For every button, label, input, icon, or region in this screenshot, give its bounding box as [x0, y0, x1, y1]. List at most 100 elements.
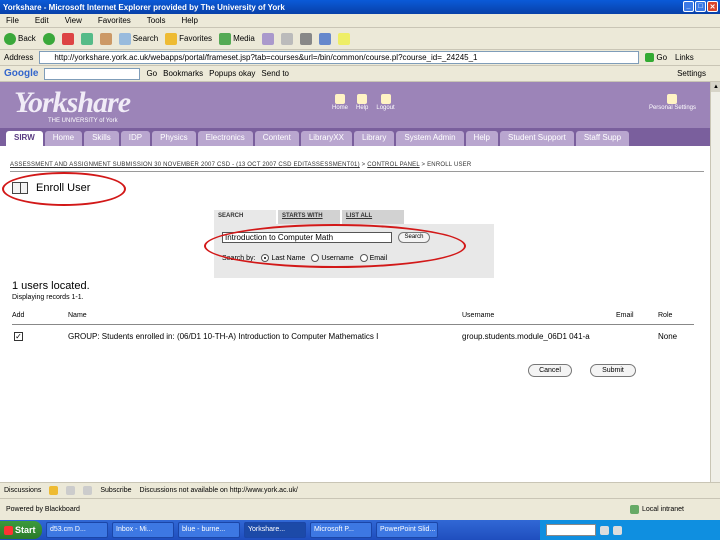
cancel-button[interactable]: Cancel	[528, 364, 572, 377]
window-controls: _ □ ✕	[683, 1, 718, 12]
col-email[interactable]: Email	[616, 312, 634, 319]
messenger-icon[interactable]	[337, 32, 350, 45]
annotation-ellipse-search	[204, 224, 466, 268]
nav-home[interactable]: Home	[332, 94, 348, 111]
menu-tools[interactable]: Tools	[147, 16, 166, 25]
tab-idp[interactable]: IDP	[120, 131, 151, 146]
settings-button[interactable]: Settings	[677, 69, 706, 78]
go-button[interactable]: Go	[645, 53, 667, 62]
submit-button[interactable]: Submit	[590, 364, 636, 377]
home-icon	[335, 94, 345, 104]
send-to-button[interactable]: Send to	[261, 69, 289, 78]
google-toolbar: Google Go Bookmarks Popups okay Send to …	[0, 66, 720, 82]
tab-library[interactable]: Library	[353, 131, 395, 146]
tab-electronics[interactable]: Electronics	[197, 131, 253, 146]
task-item[interactable]: PowerPoint Slid...	[376, 522, 438, 538]
minimize-icon[interactable]: _	[683, 1, 694, 12]
tab-home[interactable]: Home	[44, 131, 83, 146]
close-icon[interactable]: ✕	[707, 1, 718, 12]
breadcrumb-course[interactable]: ASSESSMENT AND ASSIGNMENT SUBMISSION 30 …	[10, 162, 360, 168]
google-search-input[interactable]	[44, 67, 141, 80]
menu-edit[interactable]: Edit	[35, 16, 49, 25]
address-input[interactable]: http://yorkshare.york.ac.uk/webapps/port…	[39, 51, 640, 64]
home-icon[interactable]	[99, 32, 112, 45]
media-button[interactable]: Media	[219, 32, 255, 45]
tab-starts-with[interactable]: STARTS WITH	[278, 210, 340, 224]
task-item[interactable]: Yorkshare...	[244, 522, 306, 538]
settings-icon	[667, 94, 678, 104]
search-button[interactable]: Search	[118, 32, 158, 45]
tab-skills[interactable]: Skills	[84, 131, 119, 146]
back-button[interactable]: Back	[4, 32, 36, 45]
print-icon[interactable]	[299, 32, 312, 45]
breadcrumb-current: ENROLL USER	[427, 162, 472, 168]
checkmark-icon: ✓	[14, 332, 23, 341]
nav-logout[interactable]: Logout	[376, 94, 395, 111]
menu-help[interactable]: Help	[181, 16, 197, 25]
yorkshare-logo[interactable]: Yorkshare THE UNIVERSITY of York	[14, 86, 131, 124]
row-role: None	[658, 332, 678, 341]
popups-button[interactable]: Popups okay	[209, 69, 255, 78]
window-title: Yorkshare - Microsoft Internet Explorer …	[3, 2, 285, 12]
edit-icon[interactable]	[318, 32, 331, 45]
intranet-icon	[629, 505, 639, 514]
mail-icon[interactable]	[280, 32, 293, 45]
menu-view[interactable]: View	[65, 16, 82, 25]
vertical-scrollbar[interactable]: ▲	[710, 82, 720, 482]
maximize-icon[interactable]: □	[695, 1, 706, 12]
breadcrumb-divider	[10, 171, 704, 172]
tab-physics[interactable]: Physics	[152, 131, 196, 146]
refresh-icon[interactable]	[80, 32, 93, 45]
breadcrumb-control-panel[interactable]: CONTROL PANEL	[367, 162, 419, 168]
tab-help[interactable]: Help	[465, 131, 498, 146]
taskbar: Start d53.cm D... Inbox - Mi... blue - b…	[0, 520, 720, 540]
history-icon[interactable]	[261, 32, 274, 45]
status-bar: Powered by Blackboard Local intranet	[0, 498, 720, 520]
tray-icon[interactable]	[600, 525, 609, 535]
browser-toolbar: Back Search Favorites Media	[0, 28, 720, 50]
task-item[interactable]: Inbox - Mi...	[112, 522, 174, 538]
tab-list-all[interactable]: LIST ALL	[342, 210, 404, 224]
col-role[interactable]: Role	[658, 312, 672, 319]
favorites-button[interactable]: Favorites	[165, 32, 212, 45]
task-item[interactable]: blue - burne...	[178, 522, 240, 538]
windows-logo-icon	[4, 525, 13, 535]
col-add[interactable]: Add	[12, 312, 24, 319]
system-tray	[540, 520, 720, 540]
tab-libraryxx[interactable]: LibraryXX	[300, 131, 352, 146]
task-item[interactable]: Microsoft P...	[310, 522, 372, 538]
stop-icon[interactable]	[61, 32, 74, 45]
tab-content[interactable]: Content	[254, 131, 299, 146]
links-label[interactable]: Links	[675, 53, 694, 62]
discussion-icon[interactable]	[66, 486, 76, 495]
discussions-button[interactable]: Discussions	[4, 487, 41, 494]
tab-student-support[interactable]: Student Support	[500, 131, 574, 146]
subscribe-button[interactable]: Subscribe	[100, 487, 131, 494]
tray-input[interactable]	[546, 524, 596, 536]
table-row: ✓ GROUP: Students enrolled in: (06/D1 10…	[12, 332, 692, 344]
personal-settings[interactable]: Personal Settings	[649, 94, 696, 111]
tab-search[interactable]: SEARCH	[214, 210, 276, 224]
discussion-icon[interactable]	[49, 486, 59, 495]
start-button[interactable]: Start	[0, 521, 42, 539]
discussion-icon[interactable]	[83, 486, 93, 495]
task-item[interactable]: d53.cm D...	[46, 522, 108, 538]
google-logo[interactable]: Google	[4, 68, 38, 79]
media-icon	[219, 32, 232, 45]
col-name[interactable]: Name	[68, 312, 87, 319]
bookmarks-button[interactable]: Bookmarks	[163, 69, 203, 78]
scroll-up-icon[interactable]: ▲	[711, 82, 720, 92]
discussions-bar: Discussions Subscribe Discussions not av…	[0, 482, 720, 498]
col-username[interactable]: Username	[462, 312, 494, 319]
tab-staff-support[interactable]: Staff Supp	[575, 131, 630, 146]
star-icon	[165, 32, 178, 45]
google-go-button[interactable]: Go	[146, 69, 157, 78]
menu-favorites[interactable]: Favorites	[98, 16, 131, 25]
tray-icon[interactable]	[613, 525, 622, 535]
nav-help[interactable]: Help	[356, 94, 368, 111]
tab-sirw[interactable]: SIRW	[6, 131, 43, 146]
menu-file[interactable]: File	[6, 16, 19, 25]
forward-arrow-icon[interactable]	[42, 32, 55, 45]
course-tabs: SIRW Home Skills IDP Physics Electronics…	[0, 128, 710, 146]
tab-system-admin[interactable]: System Admin	[396, 131, 464, 146]
